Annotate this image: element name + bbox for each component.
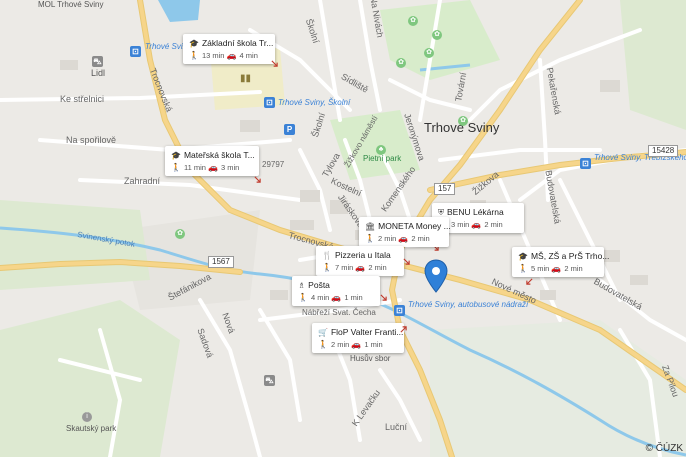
map-canvas[interactable]: MOL Trhové Sviny Lidl Ke střelnici Na sp… (0, 0, 686, 457)
school-icon: 🎓 (171, 151, 181, 160)
walk-time: 4 min (310, 293, 330, 302)
poi-card-title: Pošta (308, 280, 330, 290)
drive-time: 2 min (411, 234, 430, 243)
car-icon: 🚗 (398, 234, 409, 243)
poi-card-title: MŠ, ZŠ a PrŠ Trho... (530, 251, 610, 261)
drive-time: 1 min (344, 293, 363, 302)
label-lidl: Lidl (91, 68, 106, 78)
walk-time: 13 min (201, 51, 225, 60)
poi-card-posta[interactable]: ♗ Pošta 🚶 4 min 🚗 1 min (292, 276, 380, 306)
car-icon: 🚗 (208, 163, 218, 172)
school-icon: 🎓 (518, 252, 528, 261)
street-ke-strelnici: Ke střelnici (60, 94, 105, 104)
poi-card-zakladni-skola[interactable]: 🎓 Základní škola Tr... 🚶 13 min 🚗 4 min (183, 34, 275, 64)
tree-icon[interactable]: ♣ (376, 145, 386, 155)
pharmacy-icon: ⛨ (438, 208, 444, 217)
copyright-notice: © ČÚZK (645, 443, 683, 454)
drive-time: 1 min (364, 340, 383, 349)
direction-arrow-icon (400, 326, 407, 333)
poi-card-title: Mateřská škola T... (183, 150, 255, 160)
label-mol-station: MOL Trhové Sviny (38, 0, 104, 9)
walk-time: 5 min (530, 264, 550, 273)
drive-time: 4 min (239, 51, 258, 60)
drive-time: 2 min (368, 263, 387, 272)
car-icon: 🚗 (351, 340, 362, 349)
park-icon[interactable]: ✿ (175, 229, 185, 239)
walk-icon: 🚶 (298, 293, 308, 302)
poi-card-title: FloP Valter Franti... (330, 327, 404, 337)
direction-arrow-icon (526, 278, 533, 285)
walk-time: 2 min (330, 340, 350, 349)
walk-time: 7 min (334, 263, 354, 272)
location-pin-icon[interactable] (424, 259, 448, 293)
walk-icon: 🚶 (365, 234, 375, 243)
house-number: 29797 (262, 160, 285, 169)
walk-time: 11 min (183, 163, 206, 172)
school-icon: 🎓 (189, 39, 199, 48)
bus-stop-icon[interactable]: ⊡ (394, 305, 405, 316)
direction-arrow-icon (380, 294, 387, 301)
bank-icon: 🏛 (365, 222, 376, 231)
poi-card-moneta[interactable]: 🏛 MONETA Money ... 🚶 2 min 🚗 2 min (359, 217, 451, 247)
shop-icon[interactable]: ⛍ (264, 375, 275, 386)
car-icon: 🚗 (355, 263, 366, 272)
walk-icon: 🚶 (322, 263, 332, 272)
poi-card-flop[interactable]: 🛒 FloP Valter Franti... 🚶 2 min 🚗 1 min (312, 323, 404, 353)
park-icon[interactable]: ✿ (408, 16, 418, 26)
bus-stop-icon[interactable]: ⊡ (264, 97, 275, 108)
poi-card-materska-skola[interactable]: 🎓 Mateřská škola T... 🚶 11 min 🚗 3 min (165, 146, 259, 176)
shop-icon: 🛒 (318, 328, 328, 337)
street-na-sporilove: Na spořilově (66, 135, 117, 145)
road-shield-15428: 15428 (648, 145, 679, 157)
walk-icon: 🚶 (318, 340, 328, 349)
park-icon[interactable]: ✿ (424, 48, 434, 58)
park-icon[interactable]: ✿ (432, 30, 442, 40)
park-icon[interactable]: ✿ (396, 58, 406, 68)
poi-card-ms-zs-prs[interactable]: 🎓 MŠ, ZŠ a PrŠ Trho... 🚶 5 min 🚗 2 min (512, 247, 609, 277)
walk-icon: 🚶 (171, 163, 181, 172)
post-office-icon: ♗ (298, 281, 306, 290)
direction-arrow-icon (403, 258, 410, 265)
walk-time: 2 min (377, 234, 397, 243)
bus-stop-icon[interactable]: ⊡ (130, 46, 141, 57)
street-zahradni: Zahradní (124, 176, 161, 186)
car-icon: 🚗 (551, 264, 562, 273)
school-marker-icon[interactable]: ▮▮ (240, 73, 251, 84)
drive-time: 2 min (484, 220, 503, 229)
park-icon[interactable]: ✿ (458, 116, 468, 126)
poi-skolni-stop: Trhové Sviny, Školní (278, 98, 351, 107)
label-pietni-park: Pietní park (363, 154, 402, 163)
shop-icon[interactable]: ⛍ (92, 56, 103, 67)
label-husuv-sbor: Husův sbor (350, 354, 391, 363)
label-skautsky-park: Skautský park (66, 424, 117, 433)
road-shield-1567: 1567 (208, 256, 234, 268)
drive-time: 3 min (221, 163, 240, 172)
poi-bus-station: Trhové Sviny, autobusové nádraží (408, 300, 529, 309)
poi-card-title: MONETA Money ... (378, 221, 451, 231)
restaurant-icon: 🍴 (322, 251, 332, 260)
car-icon: 🚗 (331, 293, 342, 302)
direction-arrow-icon (254, 176, 261, 183)
parking-icon[interactable]: P (284, 124, 295, 135)
car-icon: 🚗 (226, 51, 237, 60)
poi-card-title: Základní škola Tr... (201, 38, 274, 48)
walk-icon: 🚶 (189, 51, 199, 60)
poi-card-title: BENU Lékárna (447, 207, 504, 217)
poi-card-title: Pizzeria u Itala (334, 250, 391, 260)
walk-icon: 🚶 (518, 264, 528, 273)
street-lucni: Luční (385, 422, 408, 432)
direction-arrow-icon (271, 60, 278, 67)
drive-time: 2 min (564, 264, 583, 273)
car-icon: 🚗 (471, 220, 482, 229)
street-nabrezi: Nábřeží Svat. Čecha (302, 308, 376, 317)
road-shield-157: 157 (434, 183, 456, 195)
info-icon[interactable]: i (82, 412, 92, 422)
walk-time: 3 min (450, 220, 470, 229)
poi-card-pizzeria[interactable]: 🍴 Pizzeria u Itala 🚶 7 min 🚗 2 min (316, 246, 404, 276)
bus-stop-icon[interactable]: ⊡ (580, 158, 591, 169)
